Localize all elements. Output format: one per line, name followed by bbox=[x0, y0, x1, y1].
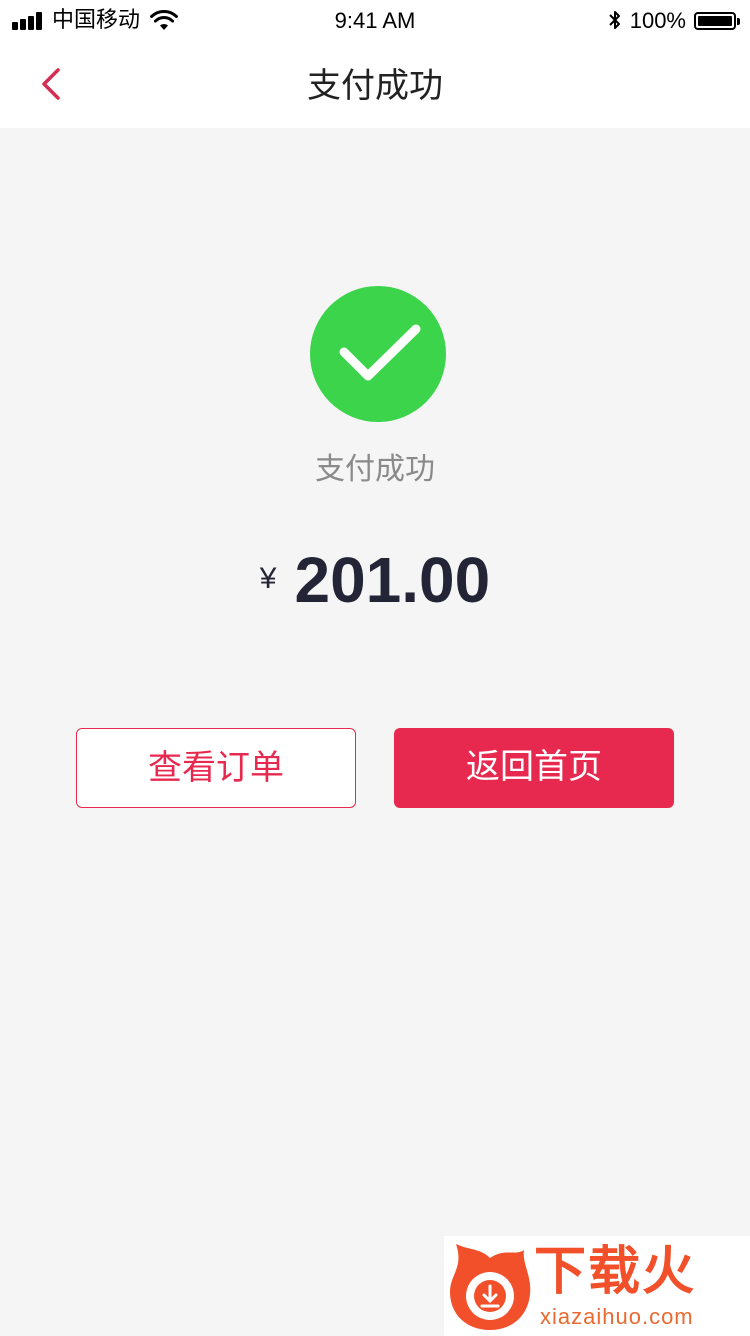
status-bar: 中国移动 9:41 AM 100% bbox=[0, 0, 750, 40]
amount-value: 201.00 bbox=[294, 544, 491, 616]
watermark-site: xiazaihuo.com bbox=[540, 1304, 694, 1329]
checkmark-icon bbox=[339, 324, 421, 381]
nav-bar: 支付成功 bbox=[0, 40, 750, 128]
battery-percent: 100% bbox=[629, 8, 686, 33]
currency-symbol: ¥ bbox=[259, 562, 277, 595]
watermark-title: 下载火 bbox=[534, 1242, 697, 1302]
success-badge bbox=[310, 286, 446, 422]
payment-amount: ¥201.00 bbox=[0, 540, 750, 620]
success-message: 支付成功 bbox=[315, 452, 435, 487]
view-order-button[interactable]: 查看订单 bbox=[76, 728, 356, 808]
bluetooth-icon bbox=[609, 11, 620, 29]
flame-logo-icon bbox=[450, 1244, 531, 1330]
back-home-button[interactable]: 返回首页 bbox=[394, 728, 674, 808]
watermark: 下载火 xiazaihuo.com bbox=[444, 1236, 750, 1336]
status-right: 100% bbox=[606, 8, 740, 34]
battery-icon bbox=[694, 12, 740, 30]
page-title: 支付成功 bbox=[307, 66, 443, 106]
